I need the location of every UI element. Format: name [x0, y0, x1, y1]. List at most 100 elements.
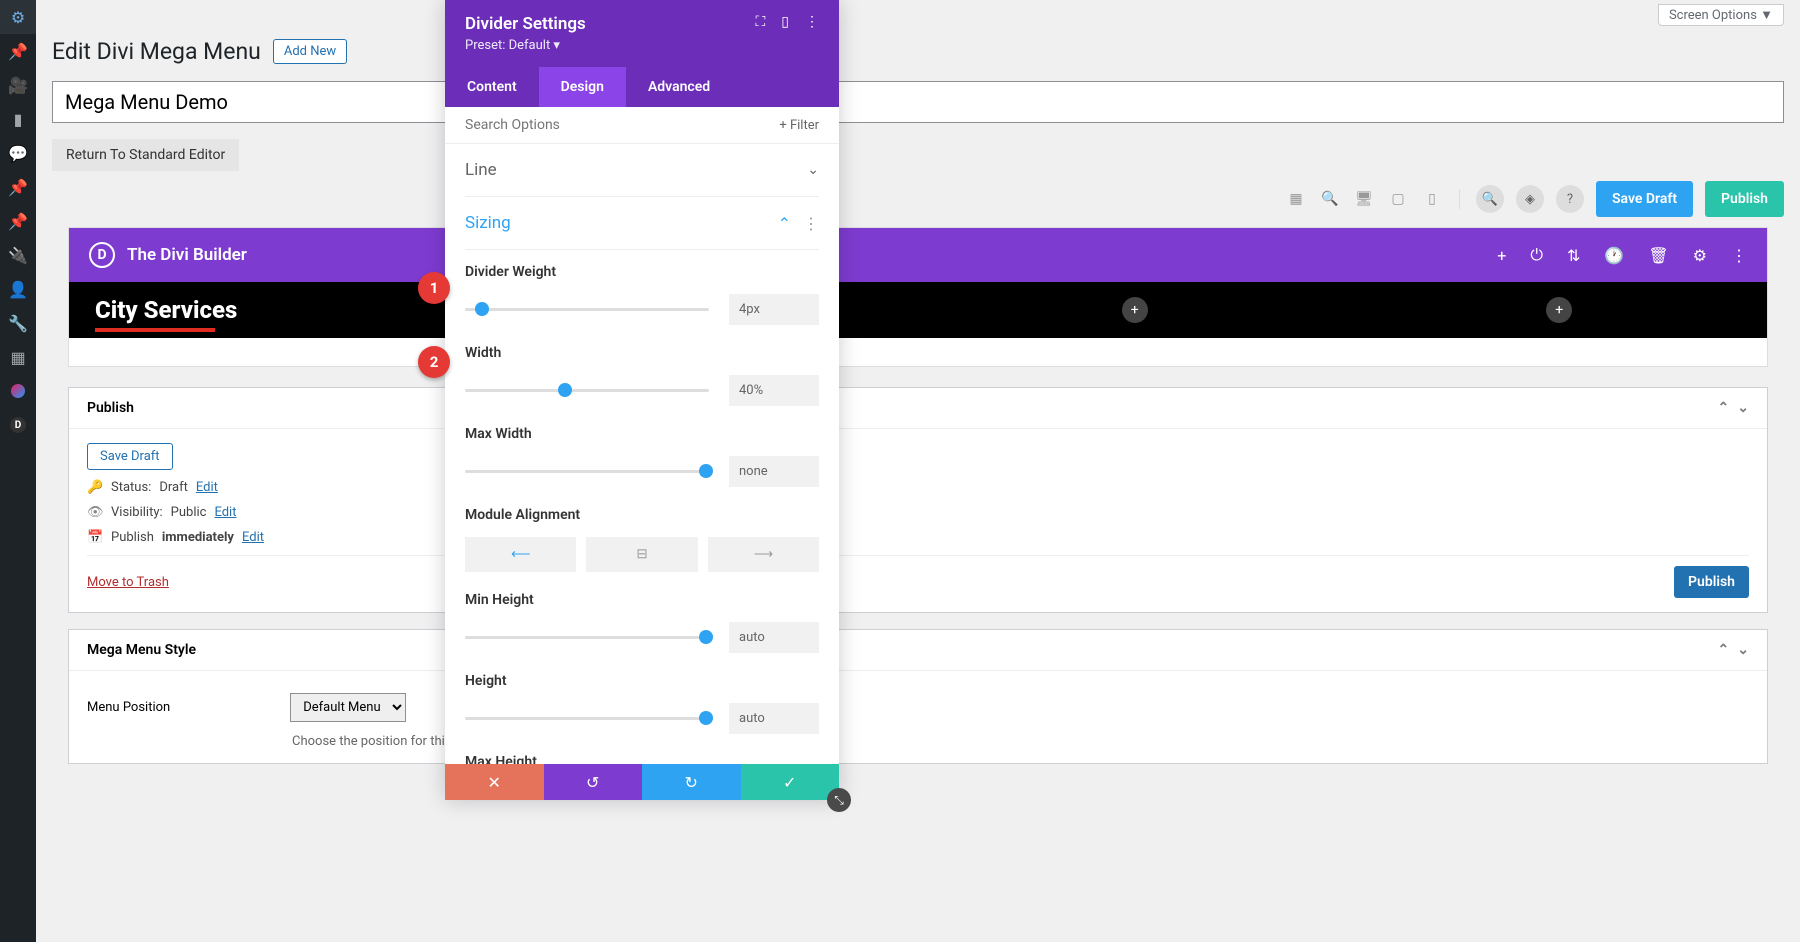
wireframe-icon[interactable]: ▦	[1285, 188, 1307, 210]
line-section-title: Line	[465, 160, 497, 180]
annotation-2: 2	[418, 346, 450, 378]
expand-icon[interactable]: ⛶	[755, 14, 765, 30]
save-button[interactable]: ✓	[741, 764, 840, 800]
pin2-icon[interactable]: 📌	[0, 170, 36, 204]
discard-button[interactable]: ✕	[445, 764, 544, 800]
pages-icon[interactable]: ▮	[0, 102, 36, 136]
max-height-label: Max Height	[465, 754, 819, 764]
add-new-button[interactable]: Add New	[273, 39, 347, 64]
metabox-down-icon-2[interactable]: ⌄	[1737, 642, 1749, 658]
layers-icon[interactable]: ◈	[1516, 185, 1544, 213]
width-value[interactable]	[729, 375, 819, 406]
filter-button[interactable]: + Filter	[779, 118, 819, 133]
status-value: Draft	[159, 480, 188, 495]
divi-builder-header: D The Divi Builder + ⏻ ⇅ 🕐 🗑 ⚙ ⋮	[69, 228, 1767, 282]
height-field: Height	[465, 659, 819, 740]
width-label: Width	[465, 345, 819, 361]
resize-handle-icon[interactable]: ⤡	[827, 788, 851, 812]
history-icon[interactable]: 🕐	[1604, 246, 1624, 265]
modal-footer: ✕ ↺ ↻ ✓ ⤡	[445, 764, 839, 800]
swap-icon[interactable]: ⇅	[1567, 246, 1580, 265]
publish-box-title: Publish	[87, 400, 134, 416]
sizing-section-title: Sizing	[465, 213, 511, 233]
desktop-view-icon[interactable]: 🖥	[1353, 188, 1375, 210]
divider-settings-modal: Divider Settings Preset: Default ▾ ⛶ ▯ ⋮…	[445, 0, 839, 800]
divider-weight-field: Divider Weight	[465, 250, 819, 331]
metabox-up-icon[interactable]: ⌃	[1718, 400, 1730, 416]
divider-weight-value[interactable]	[729, 294, 819, 325]
modal-kebab-icon[interactable]: ⋮	[805, 14, 819, 30]
min-height-field: Min Height	[465, 578, 819, 659]
save-draft-small-button[interactable]: Save Draft	[87, 443, 173, 470]
width-slider[interactable]	[465, 389, 709, 392]
settings-icon[interactable]: ▦	[0, 340, 36, 374]
tablet-view-icon[interactable]: ▢	[1387, 188, 1409, 210]
pin3-icon[interactable]: 📌	[0, 204, 36, 238]
phone-view-icon[interactable]: ▯	[1421, 188, 1443, 210]
publish-button[interactable]: Publish	[1674, 566, 1749, 598]
metabox-down-icon[interactable]: ⌄	[1737, 400, 1749, 416]
city-services-row: City Services + +	[69, 282, 1767, 338]
trash-icon[interactable]: 🗑	[1648, 246, 1668, 265]
snap-icon[interactable]: ▯	[781, 14, 789, 30]
zoom-icon[interactable]: 🔍	[1319, 188, 1341, 210]
min-height-value[interactable]	[729, 622, 819, 653]
add-column-icon-2[interactable]: +	[1546, 297, 1572, 323]
add-section-icon[interactable]: +	[1497, 246, 1506, 265]
metabox-up-icon-2[interactable]: ⌃	[1718, 642, 1730, 658]
line-section-toggle[interactable]: Line ⌄	[465, 144, 819, 197]
align-right-button[interactable]: ⟶	[708, 537, 819, 572]
post-title-input[interactable]	[52, 81, 1784, 123]
divi-color-icon[interactable]	[0, 374, 36, 408]
plugins-icon[interactable]: 🔌	[0, 238, 36, 272]
edit-publish-link[interactable]: Edit	[242, 530, 264, 545]
save-draft-button[interactable]: Save Draft	[1596, 181, 1693, 217]
eye-icon: 👁	[87, 505, 103, 520]
modal-preset[interactable]: Preset: Default ▾	[465, 38, 586, 53]
power-icon[interactable]: ⏻	[1530, 245, 1543, 265]
media-icon[interactable]: 🎥	[0, 68, 36, 102]
tab-advanced[interactable]: Advanced	[626, 67, 732, 107]
search-options-input[interactable]	[465, 117, 779, 133]
d-badge-icon[interactable]: D	[0, 408, 36, 442]
module-alignment-label: Module Alignment	[465, 507, 819, 523]
align-left-button[interactable]: ⟵	[465, 537, 576, 572]
add-column-icon[interactable]: +	[1122, 297, 1148, 323]
tools-icon[interactable]: 🔧	[0, 306, 36, 340]
tab-content[interactable]: Content	[445, 67, 539, 107]
dashboard-icon[interactable]: ⚙	[0, 0, 36, 34]
height-label: Height	[465, 673, 819, 689]
sizing-section-toggle[interactable]: Sizing ⌃ ⋮	[465, 197, 819, 250]
kebab-icon[interactable]: ⋮	[1731, 246, 1747, 265]
tab-design[interactable]: Design	[539, 67, 626, 107]
divider-weight-slider[interactable]	[465, 308, 709, 311]
min-height-slider[interactable]	[465, 636, 709, 639]
menu-position-select[interactable]: Default Menu	[290, 693, 406, 722]
height-slider[interactable]	[465, 717, 709, 720]
page-title: Edit Divi Mega Menu	[52, 38, 261, 65]
help-icon[interactable]: ?	[1556, 185, 1584, 213]
status-label: Status:	[111, 480, 151, 495]
align-center-button[interactable]: ⊟	[586, 537, 697, 572]
publish-top-button[interactable]: Publish	[1705, 181, 1784, 217]
section-kebab-icon[interactable]: ⋮	[803, 214, 819, 233]
move-to-trash-link[interactable]: Move to Trash	[87, 575, 169, 590]
height-value[interactable]	[729, 703, 819, 734]
max-width-field: Max Width	[465, 412, 819, 493]
search-round-icon[interactable]: 🔍	[1476, 185, 1504, 213]
max-width-slider[interactable]	[465, 470, 709, 473]
edit-status-link[interactable]: Edit	[196, 480, 218, 495]
builder-spacer	[69, 338, 1767, 366]
module-alignment-field: Module Alignment ⟵ ⊟ ⟶	[465, 493, 819, 578]
visibility-value: Public	[171, 505, 207, 520]
undo-button[interactable]: ↺	[544, 764, 643, 800]
screen-options-toggle[interactable]: Screen Options ▼	[1658, 4, 1784, 26]
redo-button[interactable]: ↻	[642, 764, 741, 800]
edit-visibility-link[interactable]: Edit	[214, 505, 236, 520]
comments-icon[interactable]: 💬	[0, 136, 36, 170]
return-standard-editor-button[interactable]: Return To Standard Editor	[52, 139, 239, 171]
max-width-value[interactable]	[729, 456, 819, 487]
gear-icon[interactable]: ⚙	[1693, 246, 1707, 265]
users-icon[interactable]: 👤	[0, 272, 36, 306]
pin-icon[interactable]: 📌	[0, 34, 36, 68]
